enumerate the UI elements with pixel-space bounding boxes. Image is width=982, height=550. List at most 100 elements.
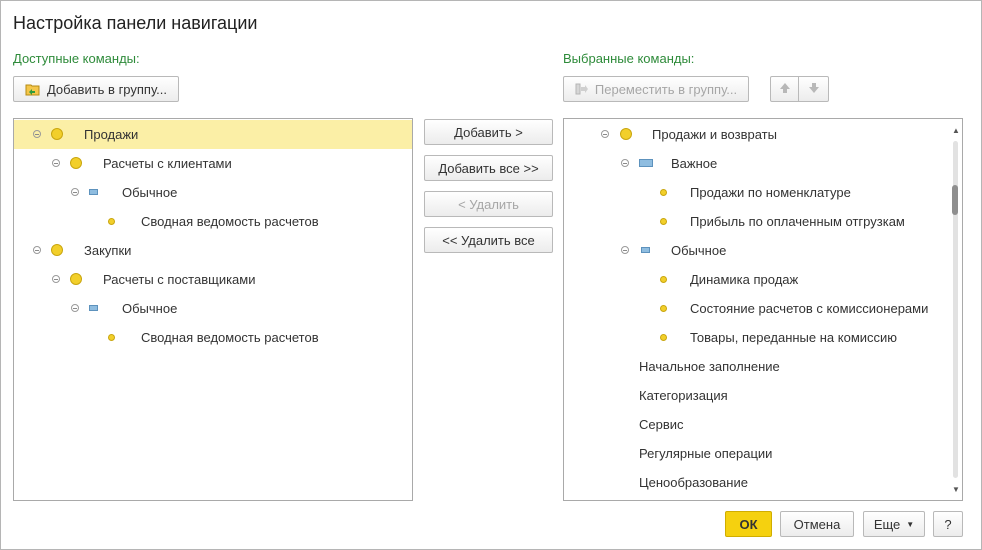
move-group-icon: [575, 82, 589, 96]
section-important-icon: [639, 159, 653, 167]
tree-item-label: Обычное: [122, 185, 178, 200]
scroll-down-icon[interactable]: ▼: [952, 485, 960, 494]
add-to-group-label: Добавить в группу...: [46, 81, 168, 97]
tree-row[interactable]: Расчеты с клиентами: [14, 149, 412, 178]
move-to-group-label: Переместить в группу...: [594, 81, 738, 97]
tree-row[interactable]: Товары, переданные на комиссию: [564, 323, 950, 352]
collapse-toggle-icon[interactable]: [52, 159, 60, 167]
tree-item-label: Категоризация: [639, 388, 728, 403]
tree-row[interactable]: Продажи по номенклатуре: [564, 178, 950, 207]
tree-item-label: Продажи и возвраты: [652, 127, 777, 142]
dialog-title: Настройка панели навигации: [13, 13, 258, 33]
tree-item-label: Ценообразование: [639, 475, 748, 490]
tree-item-label: Продажи по номенклатуре: [690, 185, 851, 200]
group-dot-icon: [51, 128, 63, 140]
tree-item-label: Обычное: [122, 301, 178, 316]
tree-item-label: Товары, переданные на комиссию: [690, 330, 898, 345]
cancel-button-label: Отмена: [793, 516, 841, 532]
tree-item-label: Прибыль по оплаченным отгрузкам: [690, 214, 905, 229]
tree-row[interactable]: Сводная ведомость расчетов: [14, 207, 412, 236]
add-to-group-button[interactable]: Добавить в группу...: [13, 76, 179, 102]
tree-item-label: Продажи: [84, 127, 139, 142]
tree-item-label: Расчеты с поставщиками: [103, 272, 256, 287]
tree-row[interactable]: Обычное: [14, 294, 412, 323]
available-commands-tree[interactable]: Продажи Расчеты с клиентами Обычное Сводная…: [13, 118, 413, 501]
tree-item-label: Регулярные операции: [639, 446, 773, 461]
collapse-toggle-icon[interactable]: [33, 246, 41, 254]
tree-row[interactable]: Сводная ведомость расчетов: [14, 323, 412, 352]
collapse-toggle-icon[interactable]: [601, 130, 609, 138]
tree-row[interactable]: Продажи и возвраты: [564, 120, 950, 149]
selected-commands-tree[interactable]: ▲ ▼ Продажи и возвраты Важное Продажи по н…: [563, 118, 963, 501]
tree-item-label: Сводная ведомость расчетов: [141, 214, 319, 229]
tree-item-label: Обычное: [671, 243, 727, 258]
tree-row[interactable]: Обычное: [14, 178, 412, 207]
tree-row[interactable]: Категоризация: [564, 381, 950, 410]
tree-item-label: Расчеты с клиентами: [103, 156, 232, 171]
cancel-button[interactable]: Отмена: [780, 511, 854, 537]
tree-item-label: Сервис: [639, 417, 684, 432]
tree-row[interactable]: Регулярные операции: [564, 439, 950, 468]
collapse-toggle-icon[interactable]: [52, 275, 60, 283]
folder-add-icon: [25, 82, 41, 96]
chevron-down-icon: ▼: [906, 519, 915, 529]
command-dot-icon: [660, 276, 667, 283]
remove-all-button[interactable]: << Удалить все: [424, 227, 553, 253]
collapse-toggle-icon[interactable]: [71, 304, 79, 312]
tree-row[interactable]: Важное: [564, 149, 950, 178]
move-to-group-button[interactable]: Переместить в группу...: [563, 76, 749, 102]
selected-commands-caption: Выбранные команды:: [563, 51, 695, 66]
help-button-label: ?: [944, 516, 952, 532]
group-dot-icon: [70, 157, 82, 169]
move-down-button[interactable]: [798, 76, 829, 102]
command-dot-icon: [660, 305, 667, 312]
add-all-button[interactable]: Добавить все >>: [424, 155, 553, 181]
section-normal-icon: [89, 189, 98, 195]
tree-item-label: Важное: [671, 156, 718, 171]
arrow-down-icon: [807, 81, 821, 98]
tree-row[interactable]: Ценообразование: [564, 468, 950, 497]
scroll-up-icon[interactable]: ▲: [952, 126, 960, 135]
ok-button[interactable]: ОК: [725, 511, 772, 537]
tree-row[interactable]: Начальное заполнение: [564, 352, 950, 381]
section-normal-icon: [641, 247, 650, 253]
arrow-up-icon: [778, 81, 792, 98]
command-dot-icon: [660, 189, 667, 196]
scrollbar[interactable]: ▲ ▼: [950, 119, 962, 500]
add-button[interactable]: Добавить >: [424, 119, 553, 145]
command-dot-icon: [108, 218, 115, 225]
tree-row[interactable]: Динамика продаж: [564, 265, 950, 294]
available-commands-caption: Доступные команды:: [13, 51, 140, 66]
tree-item-label: Сводная ведомость расчетов: [141, 330, 319, 345]
settings-dialog: Настройка панели навигации Доступные ком…: [0, 0, 982, 550]
add-all-button-label: Добавить все >>: [438, 160, 539, 176]
collapse-toggle-icon[interactable]: [621, 246, 629, 254]
command-dot-icon: [108, 334, 115, 341]
tree-item-label: Закупки: [84, 243, 132, 258]
move-up-button[interactable]: [770, 76, 799, 102]
command-dot-icon: [660, 218, 667, 225]
tree-row[interactable]: Прибыль по оплаченным отгрузкам: [564, 207, 950, 236]
remove-all-button-label: << Удалить все: [442, 232, 535, 248]
collapse-toggle-icon[interactable]: [33, 130, 41, 138]
remove-button[interactable]: < Удалить: [424, 191, 553, 217]
more-button-label: Еще: [873, 516, 901, 532]
tree-row[interactable]: Продажи: [14, 120, 412, 149]
more-button[interactable]: Еще ▼: [863, 511, 925, 537]
tree-row[interactable]: Обычное: [564, 236, 950, 265]
help-button[interactable]: ?: [933, 511, 963, 537]
scroll-thumb[interactable]: [952, 185, 958, 215]
tree-row[interactable]: Закупки: [14, 236, 412, 265]
tree-row[interactable]: Сервис: [564, 410, 950, 439]
collapse-toggle-icon[interactable]: [621, 159, 629, 167]
group-dot-icon: [51, 244, 63, 256]
group-dot-icon: [70, 273, 82, 285]
tree-item-label: Состояние расчетов с комиссионерами: [690, 301, 929, 316]
section-normal-icon: [89, 305, 98, 311]
remove-button-label: < Удалить: [458, 196, 519, 212]
tree-item-label: Начальное заполнение: [639, 359, 780, 374]
tree-item-label: Динамика продаж: [690, 272, 799, 287]
tree-row[interactable]: Состояние расчетов с комиссионерами: [564, 294, 950, 323]
collapse-toggle-icon[interactable]: [71, 188, 79, 196]
tree-row[interactable]: Расчеты с поставщиками: [14, 265, 412, 294]
